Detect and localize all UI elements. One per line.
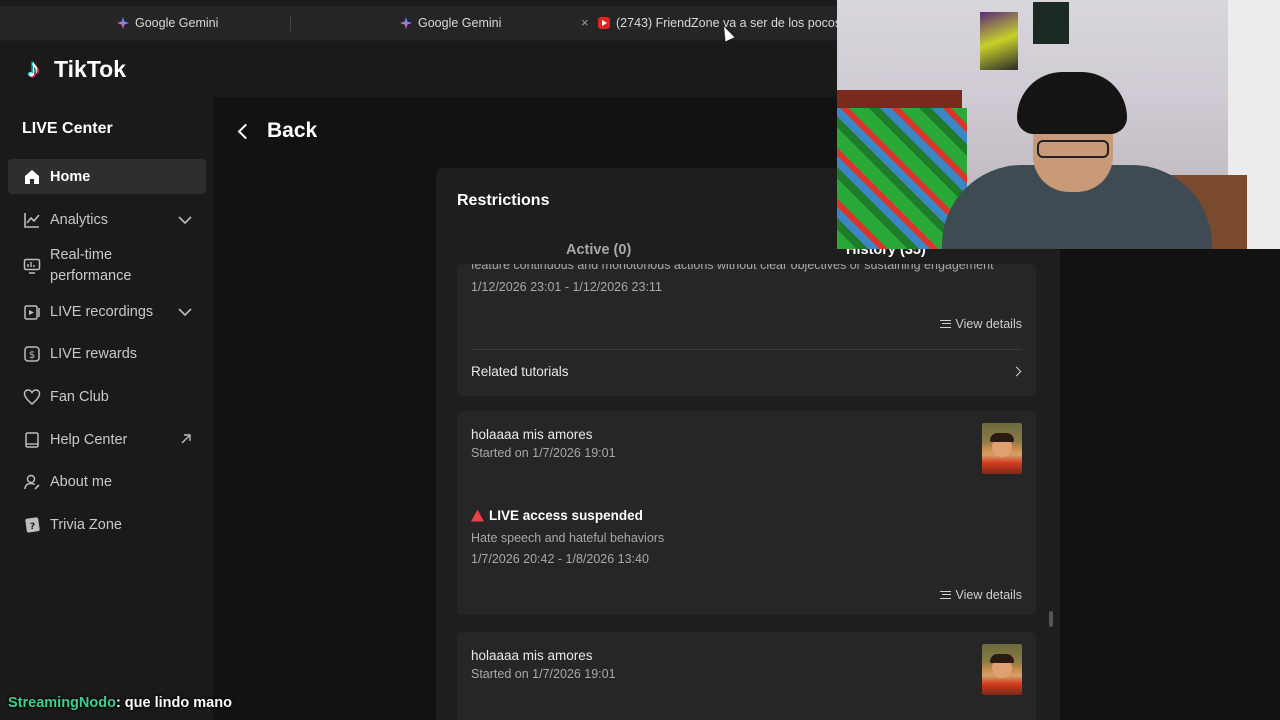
chevron-down-icon[interactable] (178, 213, 192, 228)
external-link-icon (180, 433, 192, 448)
warning-icon (471, 509, 484, 522)
gemini-icon (117, 17, 129, 29)
restriction-description: feature continuous and monotonous action… (471, 264, 994, 272)
sidebar-item-analytics[interactable]: Analytics (8, 202, 206, 238)
tab-label: Google Gemini (418, 16, 502, 30)
scrollbar-thumb[interactable] (1049, 611, 1053, 627)
sidebar-item-about-me[interactable]: About me (8, 464, 206, 500)
list-icon (939, 320, 951, 328)
sidebar-item-label: Fan Club (50, 389, 109, 405)
tab-active[interactable]: Active (0) (566, 242, 631, 258)
back-button[interactable]: Back (236, 119, 317, 143)
stream-thumbnail (982, 423, 1022, 474)
sidebar-item-label: Home (50, 168, 91, 185)
sidebar-item-label: Analytics (50, 212, 109, 228)
sidebar: TikTok LIVE Center Home Analytics Real-t… (0, 44, 213, 720)
chat-text: : que lindo mano (115, 695, 232, 711)
stream-started: Started on 1/7/2026 19:01 (471, 446, 616, 460)
panel-title: Restrictions (457, 192, 550, 209)
chat-username: StreamingNodo (8, 695, 116, 711)
sidebar-item-label: Trivia Zone (50, 517, 122, 533)
user-edit-icon (22, 472, 42, 492)
chart-icon (22, 210, 42, 230)
tab-label: Google Gemini (135, 16, 219, 30)
tiktok-note-icon (27, 53, 49, 84)
book-icon (22, 430, 42, 450)
related-tutorials-link[interactable]: Related tutorials (471, 364, 569, 379)
tiktok-logo[interactable]: TikTok (27, 53, 126, 84)
stream-started: Started on 1/7/2026 19:01 (471, 667, 616, 681)
gemini-icon (400, 17, 412, 29)
sidebar-item-trivia-zone[interactable]: ? Trivia Zone (8, 507, 206, 543)
webcam-poster (980, 12, 1018, 70)
recording-icon (22, 302, 42, 322)
divider (471, 349, 1022, 350)
sidebar-item-realtime-performance[interactable]: Real-time performance (8, 243, 206, 289)
webcam-person-hair (1017, 72, 1127, 134)
webcam-bed-frame (837, 90, 962, 110)
stream-title: holaaaa mis amores (471, 427, 593, 442)
sidebar-section-title: LIVE Center (22, 120, 113, 137)
chevron-down-icon[interactable] (178, 305, 192, 320)
youtube-icon (598, 17, 610, 29)
stream-title: holaaaa mis amores (471, 648, 593, 663)
browser-tab-youtube[interactable]: (2743) FriendZone va a ser de los pocos (598, 6, 841, 40)
svg-text:$: $ (29, 350, 35, 361)
monitor-icon (22, 256, 42, 276)
close-tab-icon[interactable]: × (581, 15, 589, 30)
sidebar-item-live-recordings[interactable]: LIVE recordings (8, 294, 206, 330)
restriction-card: feature continuous and monotonous action… (457, 264, 1036, 396)
sidebar-item-help-center[interactable]: Help Center (8, 422, 206, 458)
sidebar-item-label: About me (50, 474, 113, 490)
brand-name: TikTok (54, 56, 126, 82)
browser-tab-gemini-1[interactable]: Google Gemini (117, 6, 218, 40)
chevron-left-icon (237, 123, 254, 139)
view-details-label: View details (955, 317, 1022, 331)
view-details-button[interactable]: View details (939, 317, 1022, 331)
heart-badge-icon (22, 387, 42, 407)
restriction-date-range: 1/7/2026 20:42 - 1/8/2026 13:40 (471, 552, 649, 566)
sidebar-item-home[interactable]: Home (8, 159, 206, 194)
home-icon (22, 167, 42, 187)
sidebar-item-label: LIVE recordings (50, 304, 154, 320)
webcam-poster (1033, 2, 1069, 44)
restriction-card: holaaaa mis amores Started on 1/7/2026 1… (457, 632, 1036, 720)
tab-separator (290, 15, 291, 31)
restrictions-panel: Restrictions Active (0) History (35) fea… (436, 168, 1060, 720)
restriction-date-range: 1/12/2026 23:01 - 1/12/2026 23:11 (471, 280, 662, 294)
sidebar-item-label: LIVE rewards (50, 346, 138, 362)
restriction-reason: Hate speech and hateful behaviors (471, 531, 665, 545)
view-details-button[interactable]: View details (939, 588, 1022, 602)
chevron-right-icon[interactable] (1011, 366, 1022, 377)
sidebar-item-fan-club[interactable]: Fan Club (8, 379, 206, 415)
sidebar-item-live-rewards[interactable]: $ LIVE rewards (8, 336, 206, 372)
sidebar-item-label: Help Center (50, 432, 128, 448)
list-icon (939, 591, 951, 599)
chat-message: StreamingNodo: que lindo mano (8, 695, 232, 711)
stream-thumbnail (982, 644, 1022, 695)
status-label: LIVE access suspended (489, 508, 643, 523)
webcam-person-glasses (1037, 140, 1109, 158)
restriction-card: holaaaa mis amores Started on 1/7/2026 1… (457, 411, 1036, 615)
back-label: Back (267, 119, 318, 142)
svg-text:?: ? (30, 522, 35, 532)
dollar-coin-icon: $ (22, 344, 42, 364)
webcam-overlay (837, 0, 1280, 249)
sidebar-item-label: Real-time performance (50, 247, 132, 284)
browser-tab-gemini-2[interactable]: Google Gemini (400, 6, 501, 40)
restriction-status: LIVE access suspended (471, 508, 643, 523)
view-details-label: View details (955, 588, 1022, 602)
trivia-icon: ? (22, 515, 42, 535)
